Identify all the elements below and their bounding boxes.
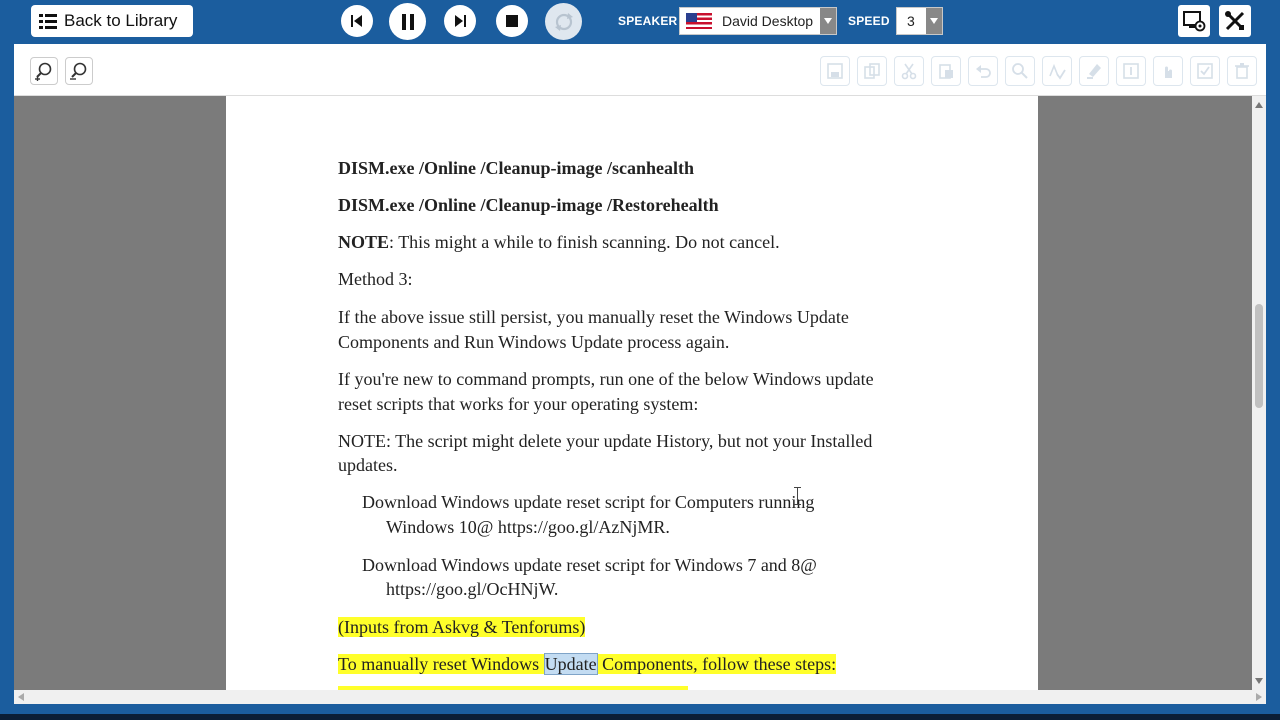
list-item: Windows 10@ https://goo.gl/AzNjMR. bbox=[386, 517, 670, 537]
speed-label: SPEED bbox=[848, 14, 890, 28]
skip-back-button[interactable] bbox=[341, 5, 373, 37]
note-paragraph: NOTE: This might a while to finish scann… bbox=[338, 230, 780, 255]
highlight-button[interactable] bbox=[1079, 56, 1109, 86]
paragraph-line: updates. bbox=[338, 455, 398, 475]
save-icon bbox=[827, 63, 843, 79]
repeat-icon bbox=[554, 12, 573, 31]
scroll-down-icon[interactable] bbox=[1255, 678, 1263, 684]
zoom-out-button[interactable] bbox=[65, 57, 93, 85]
trash-icon bbox=[1235, 63, 1249, 79]
steps-highlight-pre: To manually reset Windows bbox=[338, 654, 544, 674]
zoom-in-icon bbox=[35, 62, 52, 81]
inputs-highlight: (Inputs from Askvg & Tenforums) bbox=[338, 617, 586, 637]
text-cursor-icon bbox=[1123, 63, 1139, 79]
zoom-out-icon bbox=[70, 62, 87, 80]
method-heading: Method 3: bbox=[338, 269, 413, 289]
skip-forward-button[interactable] bbox=[444, 5, 476, 37]
speed-value: 3 bbox=[907, 13, 915, 29]
spell-check-button[interactable] bbox=[1042, 56, 1072, 86]
speaker-value: David Desktop bbox=[722, 13, 814, 29]
highlighter-icon bbox=[1087, 64, 1101, 79]
skip-forward-icon bbox=[455, 15, 466, 27]
scroll-up-icon[interactable] bbox=[1255, 102, 1263, 108]
paragraph-line: NOTE: The script might delete your updat… bbox=[338, 431, 873, 451]
vertical-scrollbar[interactable] bbox=[1252, 96, 1266, 690]
scissors-icon bbox=[901, 63, 917, 80]
list-item: https://goo.gl/OcHNjW. bbox=[386, 579, 559, 599]
copy-button[interactable] bbox=[857, 56, 887, 86]
list-item: Download Windows update reset script for… bbox=[362, 492, 815, 512]
list-item: Download Windows update reset script for… bbox=[362, 555, 817, 575]
skip-back-icon bbox=[351, 15, 362, 27]
speaker-select[interactable]: David Desktop bbox=[679, 7, 837, 35]
speed-select[interactable]: 3 bbox=[896, 7, 943, 35]
undo-icon bbox=[976, 65, 991, 78]
paragraph-line: If you're new to command prompts, run on… bbox=[338, 369, 874, 389]
pause-button[interactable] bbox=[389, 3, 426, 40]
undo-button[interactable] bbox=[968, 56, 998, 86]
document-viewer[interactable]: DISM.exe /Online /Cleanup-image /scanhea… bbox=[14, 96, 1252, 690]
paste-icon bbox=[939, 64, 953, 79]
repeat-button[interactable] bbox=[545, 3, 582, 40]
search-icon bbox=[1012, 63, 1028, 79]
hand-icon bbox=[1165, 66, 1172, 78]
screen-settings-icon bbox=[1183, 11, 1206, 32]
note-label: NOTE bbox=[338, 232, 390, 252]
zoom-in-button[interactable] bbox=[30, 57, 58, 85]
search-button[interactable] bbox=[1005, 56, 1035, 86]
window-frame-bottom bbox=[0, 704, 1280, 720]
highlighted-line: To manually reset Windows Update Compone… bbox=[338, 652, 837, 677]
stop-icon bbox=[506, 15, 518, 27]
us-flag-icon bbox=[686, 13, 712, 29]
tools-icon bbox=[1225, 11, 1245, 31]
save-button[interactable] bbox=[820, 56, 850, 86]
spell-check-icon bbox=[1049, 63, 1066, 80]
taskbar-strip bbox=[0, 714, 1280, 720]
hand-tool-button[interactable] bbox=[1153, 56, 1183, 86]
back-to-library-button[interactable]: Back to Library bbox=[31, 5, 193, 37]
top-toolbar: Back to Library SPEAKER David Desktop SP… bbox=[0, 0, 1280, 44]
paragraph-line: Components and Run Windows Update proces… bbox=[338, 332, 730, 352]
scroll-right-icon[interactable] bbox=[1256, 693, 1262, 701]
document-page[interactable]: DISM.exe /Online /Cleanup-image /scanhea… bbox=[226, 96, 1038, 690]
chevron-down-icon bbox=[820, 8, 836, 34]
selected-word: Update bbox=[543, 653, 598, 675]
highlighted-line: (Inputs from Askvg & Tenforums) bbox=[338, 615, 586, 640]
document-toolbar bbox=[14, 44, 1266, 96]
stop-button[interactable] bbox=[496, 5, 528, 37]
command-scanhealth: DISM.exe /Online /Cleanup-image /scanhea… bbox=[338, 158, 695, 178]
command-restorehealth: DISM.exe /Online /Cleanup-image /Restore… bbox=[338, 195, 719, 215]
scroll-left-icon[interactable] bbox=[18, 693, 24, 701]
pause-icon bbox=[401, 13, 414, 30]
paragraph-line: If the above issue still persist, you ma… bbox=[338, 307, 849, 327]
text-insert-button[interactable] bbox=[1116, 56, 1146, 86]
screen-mask-button[interactable] bbox=[1178, 5, 1210, 37]
list-icon bbox=[39, 13, 57, 29]
check-button[interactable] bbox=[1190, 56, 1220, 86]
steps-highlight-post: Components, follow these steps: bbox=[597, 654, 837, 674]
cut-button[interactable] bbox=[894, 56, 924, 86]
window-frame-right bbox=[1266, 44, 1280, 720]
delete-button[interactable] bbox=[1227, 56, 1257, 86]
back-to-library-label: Back to Library bbox=[64, 11, 178, 30]
speaker-label: SPEAKER bbox=[618, 14, 678, 28]
note-text: : This might a while to finish scanning.… bbox=[389, 232, 780, 252]
horizontal-scrollbar[interactable] bbox=[14, 690, 1266, 704]
checkbox-icon bbox=[1197, 63, 1213, 79]
text-cursor-icon bbox=[794, 487, 801, 505]
paragraph-line: reset scripts that works for your operat… bbox=[338, 394, 699, 414]
copy-icon bbox=[864, 63, 880, 79]
scroll-thumb[interactable] bbox=[1255, 304, 1263, 408]
window-frame-left bbox=[0, 44, 14, 720]
chevron-down-icon bbox=[926, 8, 942, 34]
tools-button[interactable] bbox=[1219, 5, 1251, 37]
paste-button[interactable] bbox=[931, 56, 961, 86]
